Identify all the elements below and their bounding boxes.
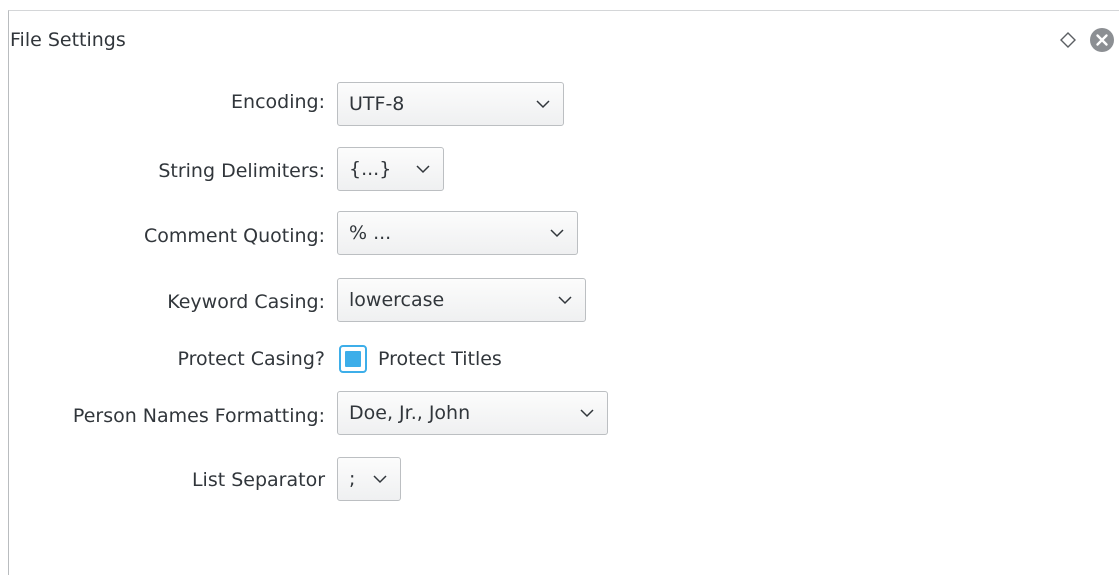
comment-quoting-select[interactable]: % ... [337, 211, 578, 255]
keyword-casing-select[interactable]: lowercase [337, 278, 586, 322]
float-panel-icon[interactable] [1057, 29, 1079, 51]
list-separator-label: List Separator [191, 469, 325, 491]
list-separator-value: ; [349, 468, 356, 490]
string-delimiters-select[interactable]: {...} [337, 147, 444, 191]
chevron-down-icon [416, 165, 430, 174]
string-delimiters-value: {...} [349, 158, 392, 180]
encoding-select[interactable]: UTF-8 [337, 82, 564, 126]
keyword-casing-value: lowercase [349, 289, 445, 311]
protect-casing-label: Protect Casing? [177, 348, 326, 370]
encoding-value: UTF-8 [349, 93, 405, 115]
protect-titles-checkbox[interactable] [339, 345, 367, 373]
person-names-select[interactable]: Doe, Jr., John [337, 391, 608, 435]
keyword-casing-label: Keyword Casing: [167, 291, 325, 313]
comment-quoting-value: % ... [349, 222, 392, 244]
close-icon[interactable] [1089, 27, 1115, 53]
encoding-label: Encoding: [231, 91, 325, 113]
checkbox-checked-indicator [345, 351, 361, 367]
chevron-down-icon [373, 475, 387, 484]
labels-column: Encoding: String Delimiters: Comment Quo… [9, 11, 325, 575]
person-names-label: Person Names Formatting: [72, 405, 325, 427]
comment-quoting-label: Comment Quoting: [144, 225, 325, 247]
string-delimiters-label: String Delimiters: [158, 160, 325, 182]
chevron-down-icon [536, 100, 550, 109]
chevron-down-icon [558, 296, 572, 305]
protect-titles-label[interactable]: Protect Titles [378, 348, 502, 370]
file-settings-panel: File Settings Encoding: String Delimiter… [8, 10, 1119, 575]
chevron-down-icon [580, 409, 594, 418]
chevron-down-icon [550, 229, 564, 238]
person-names-value: Doe, Jr., John [349, 402, 471, 424]
list-separator-select[interactable]: ; [337, 457, 401, 501]
